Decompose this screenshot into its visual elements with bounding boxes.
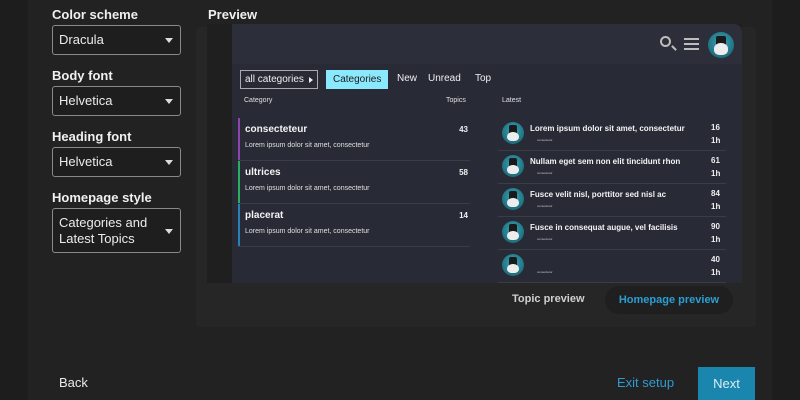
preview-header (232, 24, 742, 64)
latest-topic-count: 90 (711, 222, 720, 231)
category-topic-count: 14 (459, 211, 468, 220)
latest-topic-title: Lorem ipsum dolor sit amet, consectetur (530, 124, 685, 133)
body-font-select[interactable]: Helvetica (52, 86, 181, 116)
tab-new: New (397, 73, 418, 84)
category-description: Lorem ipsum dolor sit amet, consectetur (245, 142, 370, 149)
latest-topic-time: 1h (711, 235, 721, 244)
latest-topic-row: Lorem ipsum dolor sit amet, consectetur … (498, 118, 726, 151)
color-scheme-value: Dracula (59, 32, 104, 47)
category-description: Lorem ipsum dolor sit amet, consectetur (245, 228, 370, 235)
latest-topic-category: consectetur (537, 171, 553, 175)
latest-topic-row: Fusce velit nisl, porttitor sed nisl ac … (498, 184, 726, 217)
hamburger-menu-icon (684, 38, 699, 53)
latest-topic-category: consectetur (537, 270, 553, 274)
preview-label: Preview (208, 7, 258, 22)
latest-topic-row: Fusce in consequat augue, vel facilisis … (498, 217, 726, 250)
homepage-style-select[interactable]: Categories and Latest Topics (52, 208, 181, 253)
latest-topic-title: Nullam eget sem non elit tincidunt rhon (530, 157, 681, 166)
category-name: consecteteur (245, 124, 308, 135)
category-color-bar (238, 161, 240, 203)
homepage-style-value-line1: Categories and (59, 214, 148, 230)
caret-right-icon (309, 76, 313, 83)
latest-topic-count: 40 (711, 255, 720, 264)
tab-top: Top (475, 73, 492, 84)
avatar (708, 32, 734, 58)
tab-unread: Unread (428, 73, 461, 84)
heading-font-select[interactable]: Helvetica (52, 147, 181, 177)
all-categories-label: all categories (245, 74, 304, 85)
body-font-value: Helvetica (59, 93, 113, 108)
category-row: ultrices Lorem ipsum dolor sit amet, con… (238, 161, 470, 204)
back-button[interactable]: Back (59, 375, 88, 390)
latest-topic-category: consectetur (537, 138, 553, 142)
category-name: placerat (245, 210, 284, 221)
avatar (502, 188, 524, 210)
latest-topic-title: Fusce velit nisl, porttitor sed nisl ac (530, 190, 667, 199)
heading-font-label: Heading font (52, 129, 132, 144)
preview-screen: all categories Categories New Unread Top… (207, 24, 742, 283)
homepage-style-value-line2: Latest Topics (59, 230, 135, 246)
chevron-down-icon (165, 99, 173, 104)
body-font-label: Body font (52, 68, 113, 83)
chevron-down-icon (165, 160, 173, 165)
category-color-bar (238, 118, 240, 160)
category-row: consecteteur Lorem ipsum dolor sit amet,… (238, 118, 470, 161)
latest-topic-category: consectetur (537, 204, 553, 208)
category-column-header: Category (244, 97, 273, 104)
latest-topic-count: 84 (711, 189, 720, 198)
color-scheme-select[interactable]: Dracula (52, 25, 181, 55)
avatar (502, 122, 524, 144)
category-name: ultrices (245, 167, 281, 178)
latest-topic-row: Nullam eget sem non elit tincidunt rhon … (498, 151, 726, 184)
latest-topic-count: 61 (711, 156, 720, 165)
category-description: Lorem ipsum dolor sit amet, consectetur (245, 185, 370, 192)
avatar (502, 221, 524, 243)
chevron-down-icon (165, 38, 173, 43)
tab-categories: Categories (326, 70, 389, 89)
latest-topic-count: 16 (711, 123, 720, 132)
avatar (502, 155, 524, 177)
homepage-style-label: Homepage style (52, 190, 152, 205)
category-row: placerat Lorem ipsum dolor sit amet, con… (238, 204, 470, 247)
latest-topic-time: 1h (711, 268, 721, 277)
heading-font-value: Helvetica (59, 154, 113, 169)
latest-topic-category: consectetur (537, 237, 553, 241)
category-color-bar (238, 204, 240, 246)
latest-column-header: Latest (502, 97, 522, 104)
homepage-style-value: Categories and Latest Topics (59, 215, 147, 247)
tab-topic-preview[interactable]: Topic preview (512, 293, 585, 305)
category-topic-count: 58 (459, 168, 468, 177)
all-categories-dropdown: all categories (240, 70, 318, 89)
latest-topic-time: 1h (711, 136, 721, 145)
latest-topic-time: 1h (711, 169, 721, 178)
latest-topic-row: consectetur 40 1h (498, 250, 726, 283)
search-icon (660, 36, 671, 47)
latest-topic-title: Fusce in consequat augue, vel facilisis (530, 223, 678, 232)
latest-topic-time: 1h (711, 202, 721, 211)
chevron-down-icon (165, 228, 173, 234)
category-topic-count: 43 (459, 125, 468, 134)
preview-site: all categories Categories New Unread Top… (232, 24, 742, 283)
avatar (502, 254, 524, 276)
tab-homepage-preview[interactable]: Homepage preview (605, 286, 733, 314)
color-scheme-label: Color scheme (52, 7, 138, 22)
next-button[interactable]: Next (698, 367, 755, 400)
exit-setup-link[interactable]: Exit setup (617, 375, 674, 390)
topics-column-header: Topics (446, 97, 466, 104)
